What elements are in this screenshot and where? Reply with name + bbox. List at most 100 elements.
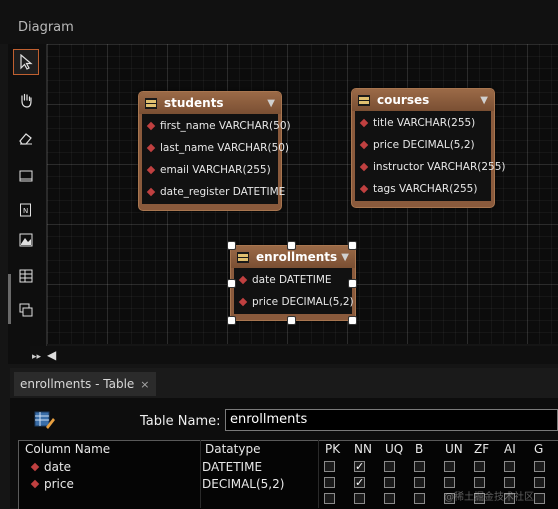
header-datatype[interactable]: Datatype <box>205 442 260 456</box>
header-pk[interactable]: PK <box>325 442 340 456</box>
checkbox-zf[interactable] <box>474 477 485 488</box>
table-courses[interactable]: courses ▼ title VARCHAR(255) price DECIM… <box>351 88 506 208</box>
header-b[interactable]: B <box>415 442 423 456</box>
resize-handle[interactable] <box>348 241 357 250</box>
resize-handle[interactable] <box>227 279 236 288</box>
column-label: price DECIMAL(5,2) <box>373 139 475 151</box>
pointer-tool-icon[interactable] <box>13 49 39 75</box>
column-row[interactable]: first_name VARCHAR(50) <box>142 115 291 137</box>
checkbox-nn[interactable] <box>354 493 365 504</box>
row-column-name[interactable]: date <box>44 460 71 474</box>
canvas-horizontal-scrollbar[interactable] <box>30 346 558 364</box>
header-nn[interactable]: NN <box>354 442 372 456</box>
new-view-tool-icon[interactable] <box>14 298 38 322</box>
table-icon <box>358 94 370 106</box>
table-columns: title VARCHAR(255) price DECIMAL(5,2) in… <box>355 111 506 201</box>
resize-handle[interactable] <box>348 279 357 288</box>
tab-enrollments-table[interactable]: enrollments - Table × <box>14 372 156 396</box>
checkbox-uq[interactable] <box>384 477 395 488</box>
scroll-left-arrow-icon[interactable]: ◀ <box>47 348 56 362</box>
text-note-tool-icon[interactable]: N <box>14 198 38 222</box>
table-enrollments[interactable]: enrollments ▼ date DATETIME price DECIMA… <box>230 245 356 321</box>
column-diamond-icon <box>238 275 248 285</box>
checkbox-g[interactable] <box>534 461 545 472</box>
close-tab-icon[interactable]: × <box>140 378 149 391</box>
hand-tool-icon[interactable] <box>14 88 38 112</box>
column-label: date_register DATETIME <box>160 186 286 198</box>
table-name: students <box>164 96 224 110</box>
column-diamond-icon <box>146 165 156 175</box>
collapse-arrow-icon[interactable]: ▼ <box>480 95 488 106</box>
resize-handle[interactable] <box>227 316 236 325</box>
column-label: last_name VARCHAR(50) <box>160 142 290 154</box>
checkbox-uq[interactable] <box>384 493 395 504</box>
resize-handle[interactable] <box>227 241 236 250</box>
table-icon <box>145 97 157 109</box>
collapse-arrow-icon[interactable]: ▼ <box>267 98 275 109</box>
checkbox-ai[interactable] <box>504 477 515 488</box>
new-table-tool-icon[interactable] <box>14 264 38 288</box>
column-row[interactable]: price DECIMAL(5,2) <box>234 291 354 313</box>
checkbox-un[interactable] <box>444 477 455 488</box>
checkbox-zf[interactable] <box>474 461 485 472</box>
row-datatype[interactable]: DATETIME <box>202 460 262 474</box>
column-row[interactable]: date_register DATETIME <box>142 181 285 203</box>
column-label: first_name VARCHAR(50) <box>160 120 291 132</box>
header-uq[interactable]: UQ <box>385 442 403 456</box>
checkbox-pk[interactable] <box>324 493 335 504</box>
tab-label: enrollments - Table <box>20 377 135 391</box>
checkbox-nn[interactable]: ✓ <box>354 477 365 488</box>
row-column-name[interactable]: price <box>44 477 74 491</box>
checkbox-nn[interactable]: ✓ <box>354 461 365 472</box>
checkbox-b[interactable] <box>414 493 425 504</box>
resize-handle[interactable] <box>348 316 357 325</box>
checkbox-ai[interactable] <box>504 461 515 472</box>
column-row[interactable]: last_name VARCHAR(50) <box>142 137 289 159</box>
resize-handle[interactable] <box>287 241 296 250</box>
column-row[interactable]: date DATETIME <box>234 269 352 291</box>
image-tool-icon[interactable] <box>14 228 38 252</box>
header-column-name[interactable]: Column Name <box>25 442 110 456</box>
header-ai[interactable]: AI <box>504 442 516 456</box>
table-icon <box>237 251 249 263</box>
column-diamond-icon <box>359 162 369 172</box>
column-row[interactable]: email VARCHAR(255) <box>142 159 278 181</box>
diagram-canvas[interactable]: students ▼ first_name VARCHAR(50) last_n… <box>47 44 558 344</box>
checkbox-pk[interactable] <box>324 477 335 488</box>
table-columns: first_name VARCHAR(50) last_name VARCHAR… <box>142 114 291 204</box>
checkbox-b[interactable] <box>414 477 425 488</box>
layer-tool-icon[interactable] <box>14 164 38 188</box>
expand-icon[interactable]: ▸▸ <box>32 352 41 362</box>
toolbar-scrollbar[interactable] <box>8 274 11 324</box>
table-header[interactable]: students ▼ <box>139 92 281 114</box>
table-name: courses <box>377 93 430 107</box>
resize-handle[interactable] <box>287 316 296 325</box>
collapse-arrow-icon[interactable]: ▼ <box>341 252 349 263</box>
checkbox-g[interactable] <box>534 477 545 488</box>
column-label: tags VARCHAR(255) <box>373 183 478 195</box>
column-label: title VARCHAR(255) <box>373 117 476 129</box>
row-datatype[interactable]: DECIMAL(5,2) <box>202 477 284 491</box>
checkbox-g[interactable] <box>534 493 545 504</box>
watermark: @稀土掘金技术社区 <box>444 492 534 503</box>
eraser-tool-icon[interactable] <box>14 126 38 150</box>
column-diamond-icon <box>146 121 156 131</box>
column-row[interactable]: title VARCHAR(255) <box>355 112 491 134</box>
column-row[interactable]: instructor VARCHAR(255) <box>355 156 506 178</box>
table-header[interactable]: courses ▼ <box>352 89 494 111</box>
column-row[interactable]: price DECIMAL(5,2) <box>355 134 491 156</box>
column-row[interactable]: tags VARCHAR(255) <box>355 178 491 200</box>
checkbox-b[interactable] <box>414 461 425 472</box>
table-name-input[interactable]: enrollments <box>225 409 558 431</box>
header-zf[interactable]: ZF <box>474 442 489 456</box>
svg-text:N: N <box>23 207 28 215</box>
header-un[interactable]: UN <box>445 442 463 456</box>
grid-divider <box>200 440 201 508</box>
column-label: instructor VARCHAR(255) <box>373 161 506 173</box>
checkbox-un[interactable] <box>444 461 455 472</box>
checkbox-uq[interactable] <box>384 461 395 472</box>
header-g[interactable]: G <box>534 442 543 456</box>
table-students[interactable]: students ▼ first_name VARCHAR(50) last_n… <box>138 91 291 211</box>
checkbox-pk[interactable] <box>324 461 335 472</box>
table-columns: date DATETIME price DECIMAL(5,2) <box>234 268 354 314</box>
